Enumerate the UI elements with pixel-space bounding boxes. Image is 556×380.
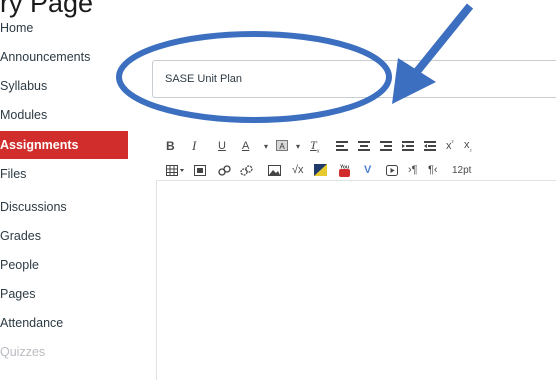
ltr-icon[interactable]: ›¶	[408, 164, 428, 176]
superscript-icon[interactable]: x²	[446, 140, 464, 152]
underline-icon[interactable]: U	[218, 140, 242, 152]
align-left-icon[interactable]	[336, 141, 358, 151]
background-color-dropdown-icon[interactable]: ▾	[296, 142, 310, 151]
indent-icon[interactable]	[402, 141, 424, 151]
sidebar-item-syllabus[interactable]: Syllabus	[0, 72, 128, 100]
editor-toolbar-row-1: B I U A ▾ A ▾ Tx x² x₂	[166, 137, 476, 155]
kaltura-icon[interactable]	[314, 164, 338, 176]
record-icon[interactable]	[386, 164, 408, 176]
sidebar-item-pages[interactable]: Pages	[0, 280, 128, 308]
vimeo-icon[interactable]: V	[364, 164, 386, 176]
sidebar-item-people[interactable]: People	[0, 251, 128, 279]
image-icon[interactable]	[268, 164, 292, 176]
align-right-icon[interactable]	[380, 141, 402, 151]
align-center-icon[interactable]	[358, 141, 380, 151]
text-color-dropdown-icon[interactable]: ▾	[264, 142, 276, 151]
unlink-icon[interactable]	[240, 164, 268, 176]
outdent-icon[interactable]	[424, 141, 446, 151]
sidebar-item-quizzes[interactable]: Quizzes	[0, 338, 128, 366]
rtl-icon[interactable]: ¶‹	[428, 164, 452, 176]
youtube-icon[interactable]: You	[338, 164, 364, 177]
media-icon[interactable]	[194, 164, 218, 176]
subscript-icon[interactable]: x₂	[464, 139, 476, 153]
sidebar-item-announcements[interactable]: Announcements	[0, 43, 128, 71]
sidebar-item-modules[interactable]: Modules	[0, 101, 128, 129]
bold-icon[interactable]: B	[166, 139, 192, 153]
italic-icon[interactable]: I	[192, 138, 218, 154]
editor-toolbar-row-2: √x You V ›¶ ¶‹ 12pt	[166, 161, 482, 179]
sidebar-item-discussions[interactable]: Discussions	[0, 193, 128, 221]
clear-formatting-icon[interactable]: Tx	[310, 138, 336, 154]
assignment-title-input[interactable]	[152, 60, 556, 98]
sidebar-item-assignments[interactable]: Assignments	[0, 131, 128, 159]
text-color-icon[interactable]: A	[242, 140, 264, 152]
math-icon[interactable]: √x	[292, 164, 314, 176]
sidebar-item-home[interactable]: Home	[0, 14, 128, 42]
svg-text:A: A	[279, 142, 285, 151]
link-icon[interactable]	[218, 164, 240, 176]
background-color-icon[interactable]: A	[276, 140, 296, 152]
sidebar-item-files[interactable]: Files	[0, 160, 128, 188]
svg-text:You: You	[340, 164, 349, 170]
course-navigation: Home Announcements Syllabus Modules Assi…	[0, 0, 130, 360]
rich-content-editor[interactable]	[156, 180, 556, 380]
font-size-select[interactable]: 12pt	[452, 165, 482, 176]
sidebar-item-attendance[interactable]: Attendance	[0, 309, 128, 337]
sidebar-item-grades[interactable]: Grades	[0, 222, 128, 250]
table-icon[interactable]	[166, 164, 194, 176]
